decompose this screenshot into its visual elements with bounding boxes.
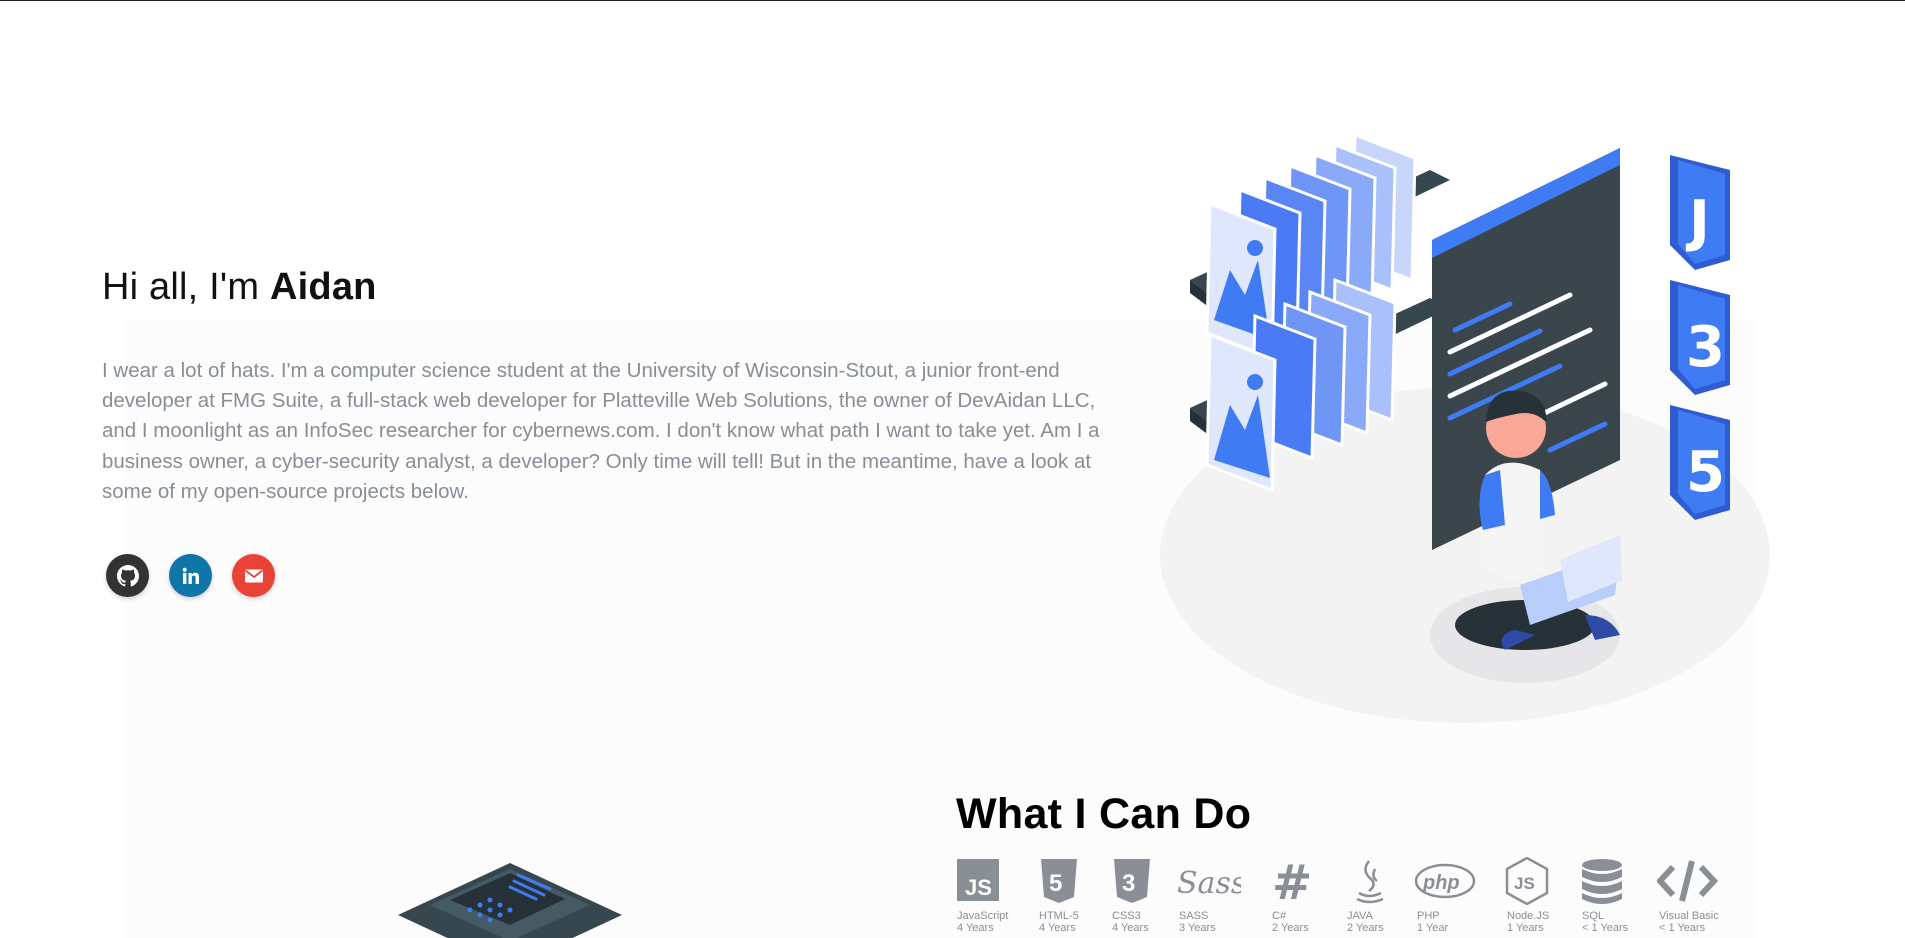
skill-csharp: # C# 2 Years [1270, 855, 1342, 938]
skill-years: 2 Years [1272, 922, 1309, 934]
svg-text:5: 5 [1686, 440, 1725, 505]
svg-text:3: 3 [1686, 315, 1725, 380]
skill-name: JavaScript [957, 910, 1009, 922]
svg-text:3: 3 [1122, 870, 1135, 897]
skill-php: php PHP 1 Year [1415, 855, 1487, 938]
server-illustration [398, 863, 622, 938]
skill-html5: 5 HTML-5 4 Years [1037, 855, 1109, 938]
developer-illustration: J 3 5 [1160, 132, 1770, 723]
top-border [0, 0, 1905, 1]
svg-text:#: # [1272, 857, 1312, 905]
css3-icon: 3 [1114, 859, 1150, 903]
skill-nodejs: JS Node.JS 1 Years [1505, 855, 1577, 938]
skill-years: 4 Years [1039, 922, 1076, 934]
skill-years: 1 Year [1417, 922, 1449, 934]
database-icon [1582, 859, 1622, 904]
skills-list: JS JavaScript 4 Years 5 HTML-5 4 Years 3… [955, 855, 1735, 938]
svg-text:Sass: Sass [1177, 866, 1241, 901]
greeting-heading: Hi all, I'm Aidan [102, 266, 377, 309]
sass-icon: Sass [1177, 866, 1241, 901]
svg-text:php: php [1422, 872, 1460, 894]
github-button[interactable] [106, 554, 149, 597]
csharp-icon: # [1272, 857, 1312, 905]
skill-sql: SQL < 1 Years [1580, 855, 1652, 938]
skill-years: < 1 Years [1659, 922, 1706, 934]
skill-visual-basic: Visual Basic < 1 Years [1657, 855, 1729, 938]
javascript-icon: JS [957, 859, 999, 901]
skill-name: SASS [1179, 910, 1209, 922]
skill-name: Node.JS [1507, 910, 1550, 922]
email-icon [244, 569, 263, 582]
skill-years: 3 Years [1179, 922, 1216, 934]
nodejs-icon: JS [1505, 857, 1549, 905]
skill-name: SQL [1582, 910, 1605, 922]
svg-text:5: 5 [1049, 870, 1062, 897]
skills-heading: What I Can Do [956, 790, 1252, 838]
social-links [106, 554, 275, 597]
php-icon: php [1415, 863, 1476, 899]
skill-years: 1 Years [1507, 922, 1544, 934]
java-icon [1356, 860, 1384, 904]
skill-name: C# [1272, 910, 1287, 922]
svg-text:JS: JS [965, 875, 992, 900]
skill-years: 4 Years [957, 922, 994, 934]
skill-sass: Sass SASS 3 Years [1177, 855, 1249, 938]
svg-text:J: J [1685, 189, 1710, 254]
skill-years: < 1 Years [1582, 922, 1629, 934]
code-icon [1657, 860, 1719, 902]
skill-years: 2 Years [1347, 922, 1384, 934]
html5-icon: 5 [1041, 859, 1077, 903]
skill-javascript: JS JavaScript 4 Years [955, 855, 1027, 938]
skill-name: HTML-5 [1039, 910, 1079, 922]
skill-css3: 3 CSS3 4 Years [1110, 855, 1182, 938]
skill-java: JAVA 2 Years [1345, 855, 1417, 938]
skill-name: PHP [1417, 910, 1440, 922]
email-button[interactable] [232, 554, 275, 597]
svg-text:JS: JS [1514, 874, 1535, 893]
skill-name: JAVA [1347, 910, 1373, 922]
linkedin-icon [182, 567, 199, 584]
greeting-prefix: Hi all, I'm [102, 266, 271, 308]
linkedin-button[interactable] [169, 554, 212, 597]
skill-name: CSS3 [1112, 910, 1141, 922]
skill-name: Visual Basic [1659, 910, 1719, 922]
greeting-name: Aidan [270, 266, 377, 308]
skill-years: 4 Years [1112, 922, 1149, 934]
github-icon [116, 564, 139, 586]
bio-text: I wear a lot of hats. I'm a computer sci… [102, 359, 1100, 503]
